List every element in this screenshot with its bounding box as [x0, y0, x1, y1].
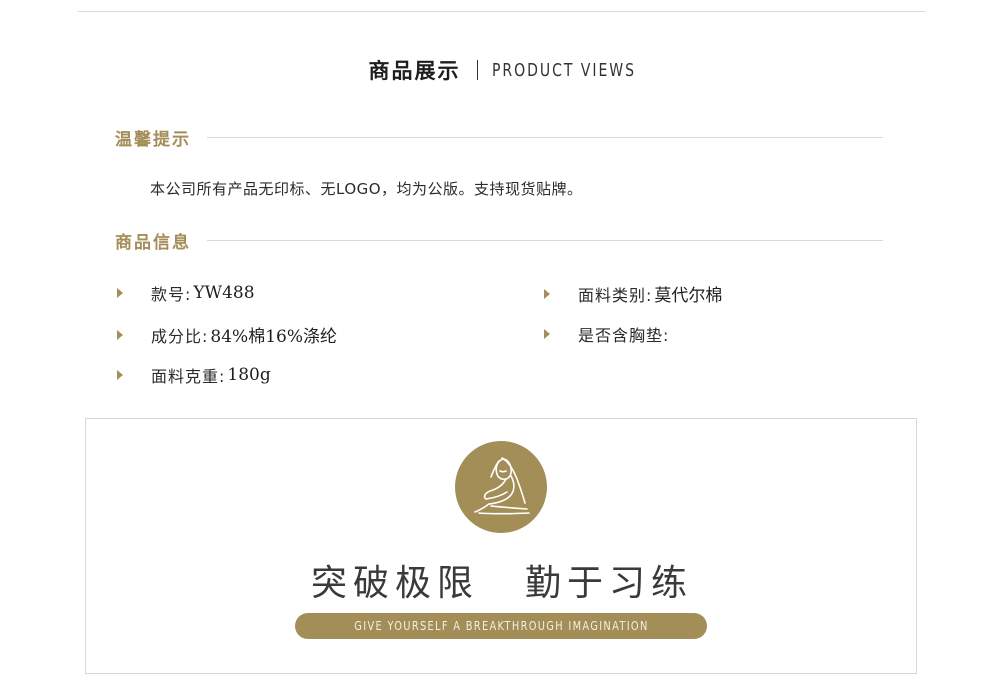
notice-section-rule — [207, 136, 883, 138]
page-title-cn: 商品展示 — [368, 59, 461, 83]
tagline-text: GIVE YOURSELF A BREAKTHROUGH IMAGINATION — [353, 619, 649, 633]
bullet-arrow-icon — [117, 329, 123, 340]
spec-value: 莫代尔棉 — [654, 286, 723, 306]
page-title-en: PRODUCT VIEWS — [491, 59, 636, 81]
spec-key: 款号: — [151, 285, 192, 304]
brand-slogan: 突破极限 勤于习练 — [86, 554, 918, 606]
notice-section-label: 温馨提示 — [115, 129, 191, 150]
bullet-arrow-icon — [117, 288, 123, 298]
yoga-figure-logo-icon — [455, 441, 547, 533]
spec-key: 面料类别: — [578, 285, 653, 305]
slogan-right: 勤于习练 — [525, 563, 694, 604]
top-divider — [78, 11, 926, 12]
spec-item-composition: 成分比: 84%棉16%涤纶 — [117, 322, 337, 347]
bullet-arrow-icon — [544, 329, 550, 339]
spec-item-fabric-type: 面料类别: 莫代尔棉 — [544, 281, 722, 306]
notice-section-header: 温馨提示 — [115, 125, 883, 150]
spec-item-fabric-weight: 面料克重: 180g — [117, 363, 271, 387]
page-header: 商品展示 PRODUCT VIEWS — [0, 56, 1000, 84]
info-section-rule — [207, 239, 883, 241]
bullet-arrow-icon — [544, 288, 550, 299]
spec-key: 成分比: — [151, 326, 209, 346]
info-section-label: 商品信息 — [115, 232, 191, 253]
slogan-left: 突破极限 — [310, 563, 479, 604]
bullet-arrow-icon — [117, 370, 123, 380]
tagline-pill: GIVE YOURSELF A BREAKTHROUGH IMAGINATION — [295, 613, 707, 639]
brand-banner: 突破极限 勤于习练 GIVE YOURSELF A BREAKTHROUGH IM… — [85, 418, 917, 674]
spec-item-chest-pad: 是否含胸垫: — [544, 322, 671, 346]
spec-item-style-number: 款号: YW488 — [117, 281, 255, 305]
spec-key: 面料克重: — [151, 367, 226, 386]
info-section-header: 商品信息 — [115, 228, 883, 253]
spec-value: 84%棉16%涤纶 — [210, 327, 337, 347]
notice-text: 本公司所有产品无印标、无LOGO，均为公版。支持现货贴牌。 — [150, 180, 583, 198]
title-separator — [476, 60, 478, 80]
spec-value: 180g — [227, 365, 271, 385]
spec-value: YW488 — [193, 283, 255, 303]
spec-key: 是否含胸垫: — [578, 326, 670, 345]
